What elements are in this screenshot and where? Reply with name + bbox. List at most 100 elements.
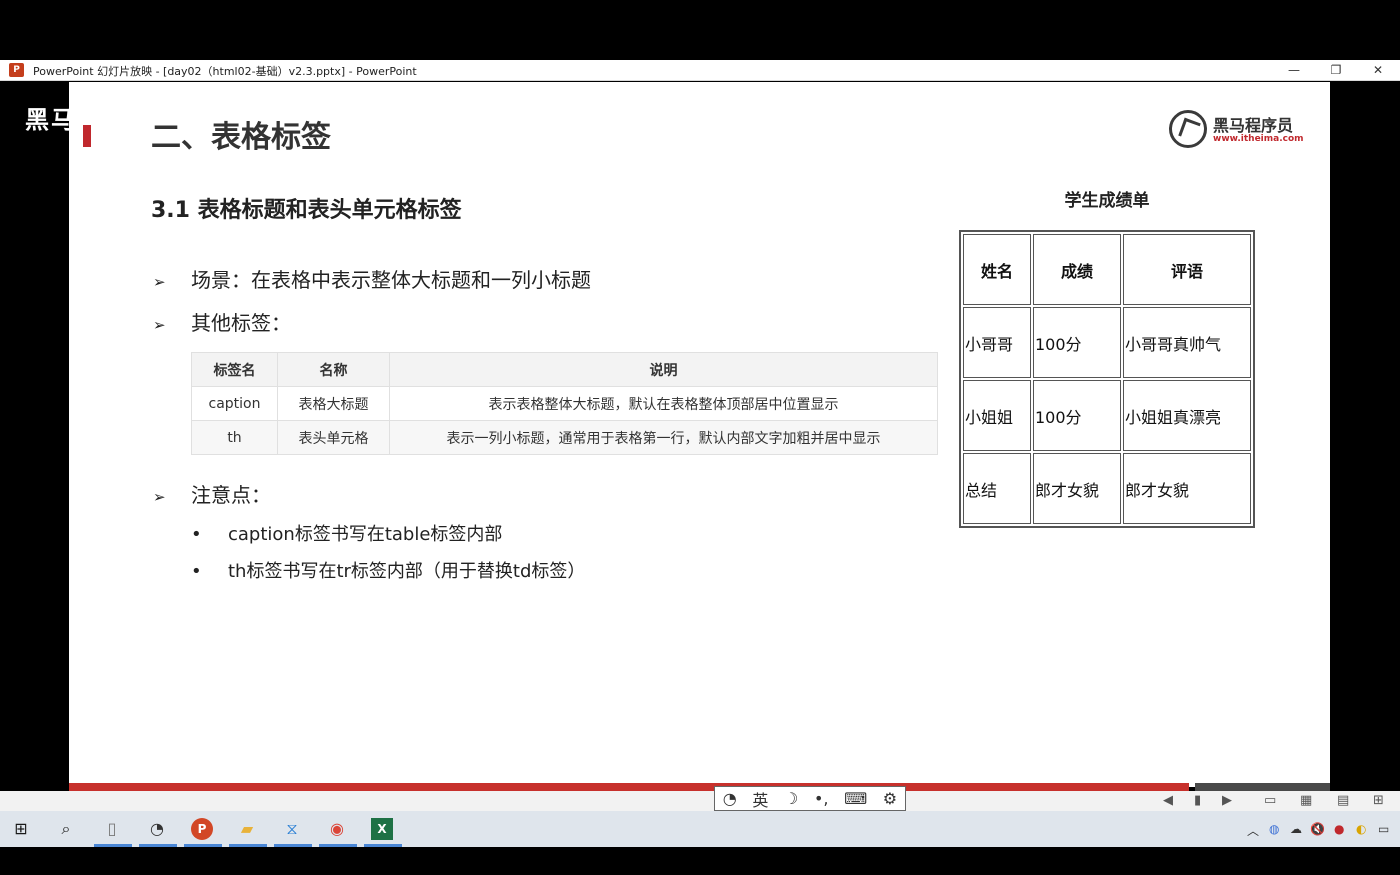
search-icon[interactable]: ⌕ [55,818,77,840]
note-item: • th标签书写在tr标签内部（用于替换td标签） [191,557,585,583]
horse-logo-icon [1169,110,1207,148]
file-icon[interactable]: ▯ [101,818,123,840]
score-table: 姓名 成绩 评语 小哥哥 100分 小哥哥真帅气 小姐姐 100分 小姐姐真漂亮… [959,230,1255,528]
slideshow-view-icon[interactable]: ⊞ [1373,793,1384,808]
table-header-row: 标签名 名称 说明 [191,352,938,387]
dot-bullet-icon: • [191,561,202,582]
taskbar-active-indicator [274,844,312,847]
slide-title: 二、表格标签 [151,120,331,155]
slide-sorter-icon[interactable]: ▦ [1300,793,1312,808]
table-cell: 100分 [1033,307,1121,378]
punctuation-icon[interactable]: •, [814,789,829,808]
powerpoint-taskbar-icon[interactable]: P [191,818,213,840]
taskbar-active-indicator [364,844,402,847]
taskbar-active-indicator [139,844,177,847]
watermark-text: 黑马 [25,106,77,134]
previous-slide-icon[interactable]: ◀ [1163,793,1173,808]
tray-app-icon[interactable]: ● [1334,822,1344,836]
gear-icon[interactable]: ⚙ [883,789,897,808]
table-header-row: 姓名 成绩 评语 [963,234,1251,305]
logo-name: 黑马程序员 [1213,116,1294,135]
notification-icon[interactable]: ▭ [1378,822,1389,836]
keyboard-icon[interactable]: ⌨ [844,789,867,808]
vscode-icon[interactable]: ⧖ [281,818,303,840]
moon-icon[interactable]: ☽ [784,789,798,808]
tray-ime-icon[interactable]: ◍ [1269,822,1279,836]
slideshow-status-bar [0,791,1400,811]
reading-view-icon[interactable]: ▤ [1337,793,1349,808]
title-accent-bar [83,125,91,147]
normal-view-icon[interactable]: ▭ [1264,793,1276,808]
tray-app-icon-2[interactable]: ◐ [1356,822,1366,836]
table-cell: 表示一列小标题，通常用于表格第一行，默认内部文字加粗并居中显示 [389,420,938,455]
bullet-text: 其他标签： [191,311,291,335]
volume-muted-icon[interactable]: 🔇 [1310,822,1325,836]
bullet-text: 注意点： [191,483,271,507]
table-cell: caption [191,386,278,421]
table-cell: 总结 [963,453,1031,524]
minimize-button[interactable]: — [1274,61,1314,80]
table-cell: th [191,420,278,455]
table-cell: 郎才女貌 [1123,453,1251,524]
bullet-other-tags: ➢ 其他标签： [153,307,291,336]
start-icon[interactable]: ⊞ [10,818,32,840]
tray-chevron-icon[interactable]: ︿ [1247,822,1259,839]
window-titlebar: P PowerPoint 幻灯片放映 - [day02（html02-基础）v2… [0,60,1400,81]
table-row: 小哥哥 100分 小哥哥真帅气 [963,307,1251,378]
arrow-bullet-icon: ➢ [153,316,166,334]
table-row: caption 表格大标题 表示表格整体大标题，默认在表格整体顶部居中位置显示 [191,386,938,421]
table-cell: 小哥哥 [963,307,1031,378]
window-title: PowerPoint 幻灯片放映 - [day02（html02-基础）v2.3… [33,65,417,78]
table-row: 总结 郎才女貌 郎才女貌 [963,453,1251,524]
score-table-caption: 学生成绩单 [1064,191,1150,211]
arrow-bullet-icon: ➢ [153,273,166,291]
header-cell: 说明 [389,352,938,387]
restore-button[interactable]: ❐ [1316,61,1356,80]
arrow-bullet-icon: ➢ [153,488,166,506]
section-subtitle: 3.1 表格标题和表头单元格标签 [151,198,462,223]
slide-footer-bar-grey [1195,783,1330,791]
bullet-text: 场景：在表格中表示整体大标题和一列小标题 [191,268,591,292]
slide-canvas: 二、表格标签 黑马程序员 www.itheima.com 3.1 表格标题和表头… [69,82,1330,787]
taskbar-active-indicator [319,844,357,847]
table-cell: 郎才女貌 [1033,453,1121,524]
taskbar-active-indicator [94,844,132,847]
excel-icon[interactable]: X [371,818,393,840]
table-cell: 小哥哥真帅气 [1123,307,1251,378]
tag-table: 标签名 名称 说明 caption 表格大标题 表示表格整体大标题，默认在表格整… [191,352,938,455]
table-cell: 100分 [1033,380,1121,451]
table-cell: 小姐姐真漂亮 [1123,380,1251,451]
header-cell: 姓名 [963,234,1031,305]
header-cell: 标签名 [191,352,278,387]
chrome-icon[interactable]: ◉ [326,818,348,840]
header-cell: 名称 [277,352,390,387]
ime-toolbar[interactable]: ◔ 英 ☽ •, ⌨ ⚙ [714,786,906,811]
bullet-scenario: ➢ 场景：在表格中表示整体大标题和一列小标题 [153,264,591,293]
itheima-logo: 黑马程序员 www.itheima.com [1169,108,1309,152]
file-explorer-icon[interactable]: ▰ [236,818,258,840]
next-slide-icon[interactable]: ▶ [1222,793,1232,808]
ime-logo-icon[interactable]: ◔ [723,789,737,808]
table-row: 小姐姐 100分 小姐姐真漂亮 [963,380,1251,451]
dot-bullet-icon: • [191,524,202,545]
slide-footer-bar [69,783,1189,791]
table-cell: 表格大标题 [277,386,390,421]
taskbar-active-indicator [184,844,222,847]
notes-icon[interactable]: ▮ [1194,793,1201,808]
ime-language-toggle[interactable]: 英 [752,787,768,811]
table-cell: 表头单元格 [277,420,390,455]
header-cell: 成绩 [1033,234,1121,305]
table-cell: 表示表格整体大标题，默认在表格整体顶部居中位置显示 [389,386,938,421]
close-button[interactable]: ✕ [1358,61,1398,80]
note-item: • caption标签书写在table标签内部 [191,520,502,546]
table-cell: 小姐姐 [963,380,1031,451]
taskbar-active-indicator [229,844,267,847]
bullet-notes: ➢ 注意点： [153,479,271,508]
logo-url: www.itheima.com [1213,134,1304,144]
header-cell: 评语 [1123,234,1251,305]
note-text: caption标签书写在table标签内部 [228,524,503,545]
table-row: th 表头单元格 表示一列小标题，通常用于表格第一行，默认内部文字加粗并居中显示 [191,420,938,455]
clock-app-icon[interactable]: ◔ [146,818,168,840]
note-text: th标签书写在tr标签内部（用于替换td标签） [228,561,586,582]
cloud-icon[interactable]: ☁ [1290,822,1302,836]
